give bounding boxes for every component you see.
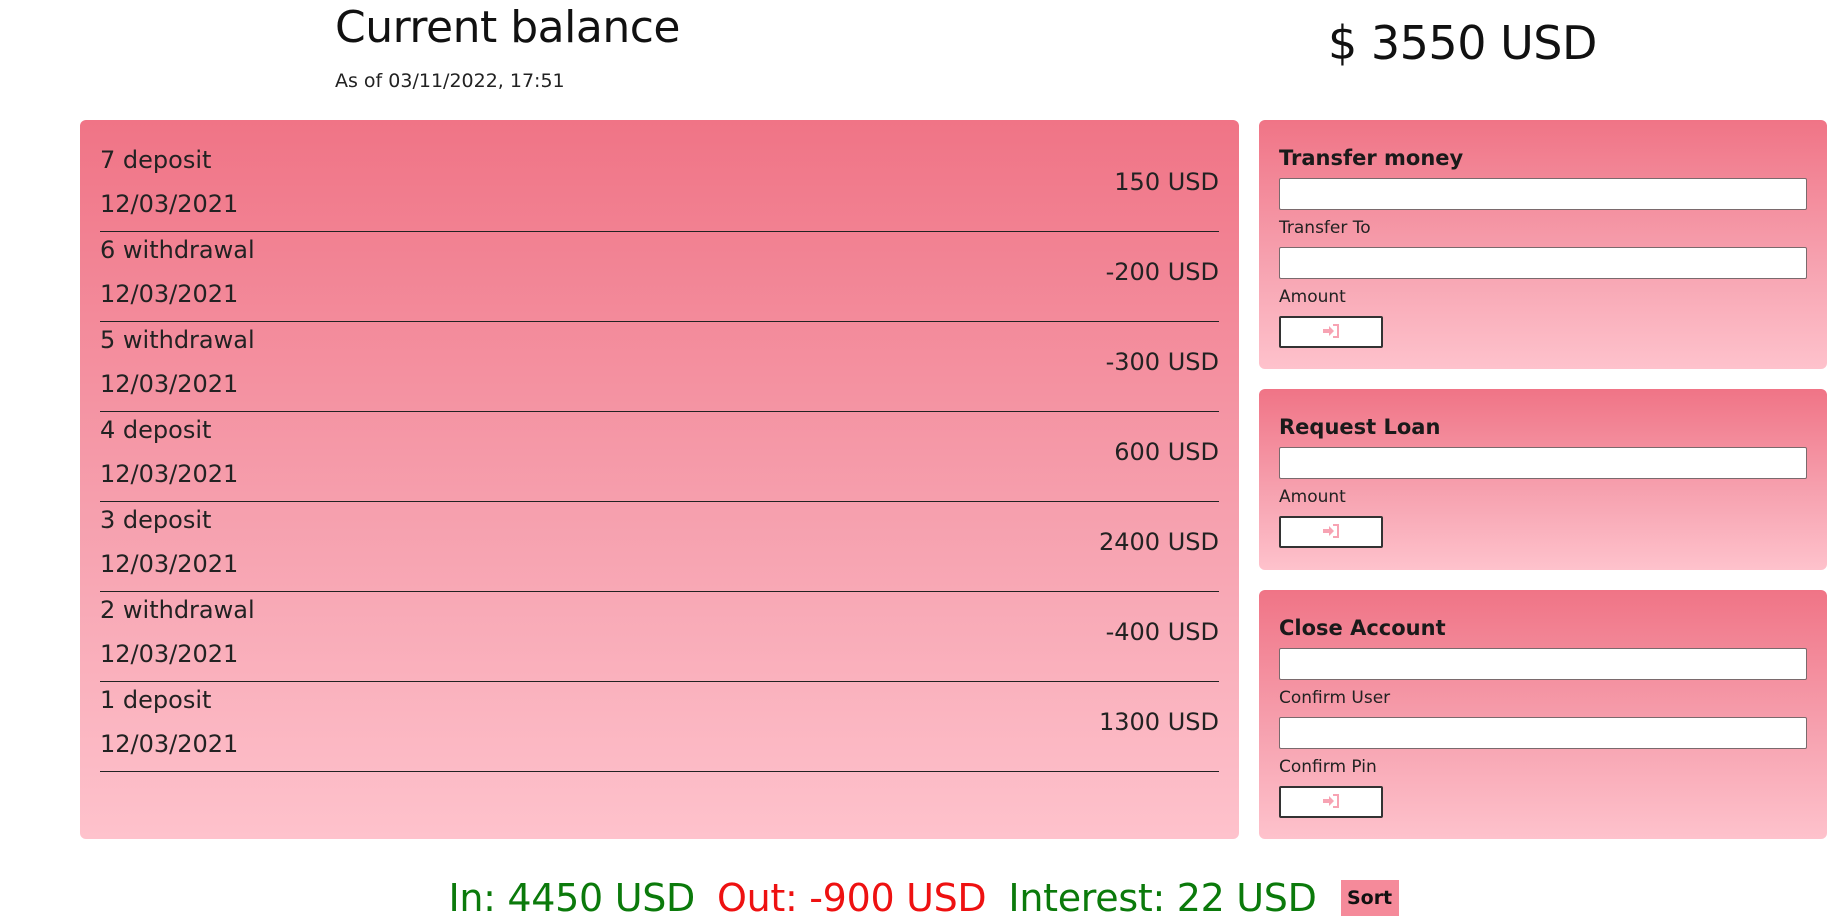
loan-amount-input[interactable] [1279,447,1807,479]
summary-interest: Interest: 22 USD [1008,876,1317,918]
balance-amount: $ 3550 USD [1328,16,1597,70]
close-account-card: Close Account Confirm User Confirm Pin [1259,590,1827,839]
movement-date: 12/03/2021 [100,460,239,488]
movement-type: 4 deposit [100,416,212,444]
close-submit-button[interactable] [1279,786,1383,818]
movement-value: 600 USD [1114,438,1219,466]
transfer-to-label: Transfer To [1279,218,1371,238]
transfer-title: Transfer money [1279,146,1464,170]
balance-date: As of 03/11/2022, 17:51 [335,70,565,92]
movement-type: 2 withdrawal [100,596,255,624]
transfer-submit-button[interactable] [1279,316,1383,348]
loan-submit-button[interactable] [1279,516,1383,548]
summary-out: Out: -900 USD [717,876,987,918]
balance-header: Current balance As of 03/11/2022, 17:51 [335,0,680,92]
movement-value: 2400 USD [1099,528,1219,556]
movement-type: 3 deposit [100,506,212,534]
movement-value: 150 USD [1114,168,1219,196]
transfer-amount-input[interactable] [1279,247,1807,279]
sort-button[interactable]: Sort [1340,880,1399,916]
loan-amount-label: Amount [1279,487,1346,507]
movement-type: 5 withdrawal [100,326,255,354]
loan-card: Request Loan Amount [1259,389,1827,570]
movement-value: 1300 USD [1099,708,1219,736]
movement-date: 12/03/2021 [100,640,239,668]
movement-row: 3 deposit 12/03/2021 2400 USD [100,502,1219,592]
movement-value: -400 USD [1105,618,1219,646]
bank-app-page: Current balance As of 03/11/2022, 17:51 … [0,0,1847,918]
close-title: Close Account [1279,616,1446,640]
confirm-user-label: Confirm User [1279,688,1391,708]
movement-row: 4 deposit 12/03/2021 600 USD [100,412,1219,502]
page-title: Current balance [335,2,680,53]
movement-row: 7 deposit 12/03/2021 150 USD [100,142,1219,232]
transfer-to-input[interactable] [1279,178,1807,210]
movement-value: -200 USD [1105,258,1219,286]
confirm-user-input[interactable] [1279,648,1807,680]
transfer-amount-label: Amount [1279,287,1346,307]
movement-date: 12/03/2021 [100,190,239,218]
movement-date: 12/03/2021 [100,280,239,308]
movement-value: -300 USD [1105,348,1219,376]
movement-date: 12/03/2021 [100,730,239,758]
movement-row: 1 deposit 12/03/2021 1300 USD [100,682,1219,772]
confirm-pin-label: Confirm Pin [1279,757,1377,777]
login-arrow-icon [1323,523,1339,541]
movement-row: 5 withdrawal 12/03/2021 -300 USD [100,322,1219,412]
loan-title: Request Loan [1279,415,1441,439]
movement-date: 12/03/2021 [100,370,239,398]
login-arrow-icon [1323,323,1339,341]
movement-row: 6 withdrawal 12/03/2021 -200 USD [100,232,1219,322]
movement-date: 12/03/2021 [100,550,239,578]
movement-type: 6 withdrawal [100,236,255,264]
movement-type: 7 deposit [100,146,212,174]
movement-row: 2 withdrawal 12/03/2021 -400 USD [100,592,1219,682]
confirm-pin-input[interactable] [1279,717,1807,749]
summary-bar: In: 4450 USD Out: -900 USD Interest: 22 … [0,876,1847,918]
summary-in: In: 4450 USD [448,876,695,918]
transfer-card: Transfer money Transfer To Amount [1259,120,1827,369]
movement-type: 1 deposit [100,686,212,714]
movements-panel: 7 deposit 12/03/2021 150 USD 6 withdrawa… [80,120,1239,839]
login-arrow-icon [1323,793,1339,811]
